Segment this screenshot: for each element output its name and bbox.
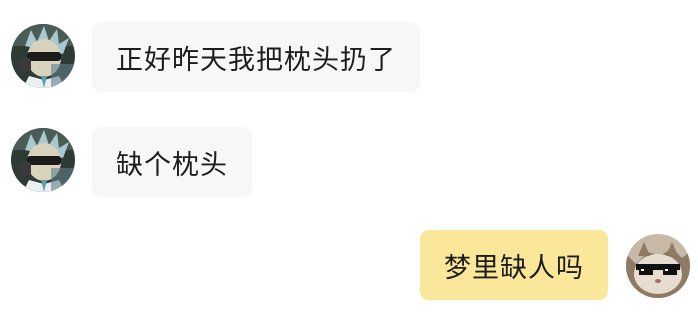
cat-sunglasses-avatar-icon (626, 234, 690, 298)
rick-sunglasses-avatar-icon (11, 24, 75, 88)
message-text: 梦里缺人吗 (444, 252, 584, 284)
self-avatar[interactable] (626, 234, 690, 298)
message-text: 正好昨天我把枕头扔了 (116, 44, 396, 76)
rick-avatar[interactable] (11, 128, 75, 192)
chat-thread: 正好昨天我把枕头扔了 缺个枕头 梦里缺人吗 (0, 0, 698, 323)
incoming-message-bubble[interactable]: 缺个枕头 (92, 127, 252, 197)
incoming-message-bubble[interactable]: 正好昨天我把枕头扔了 (92, 22, 420, 92)
rick-sunglasses-avatar-icon (11, 128, 75, 192)
message-text: 缺个枕头 (116, 149, 228, 181)
rick-avatar[interactable] (11, 24, 75, 88)
outgoing-message-bubble[interactable]: 梦里缺人吗 (420, 230, 608, 300)
